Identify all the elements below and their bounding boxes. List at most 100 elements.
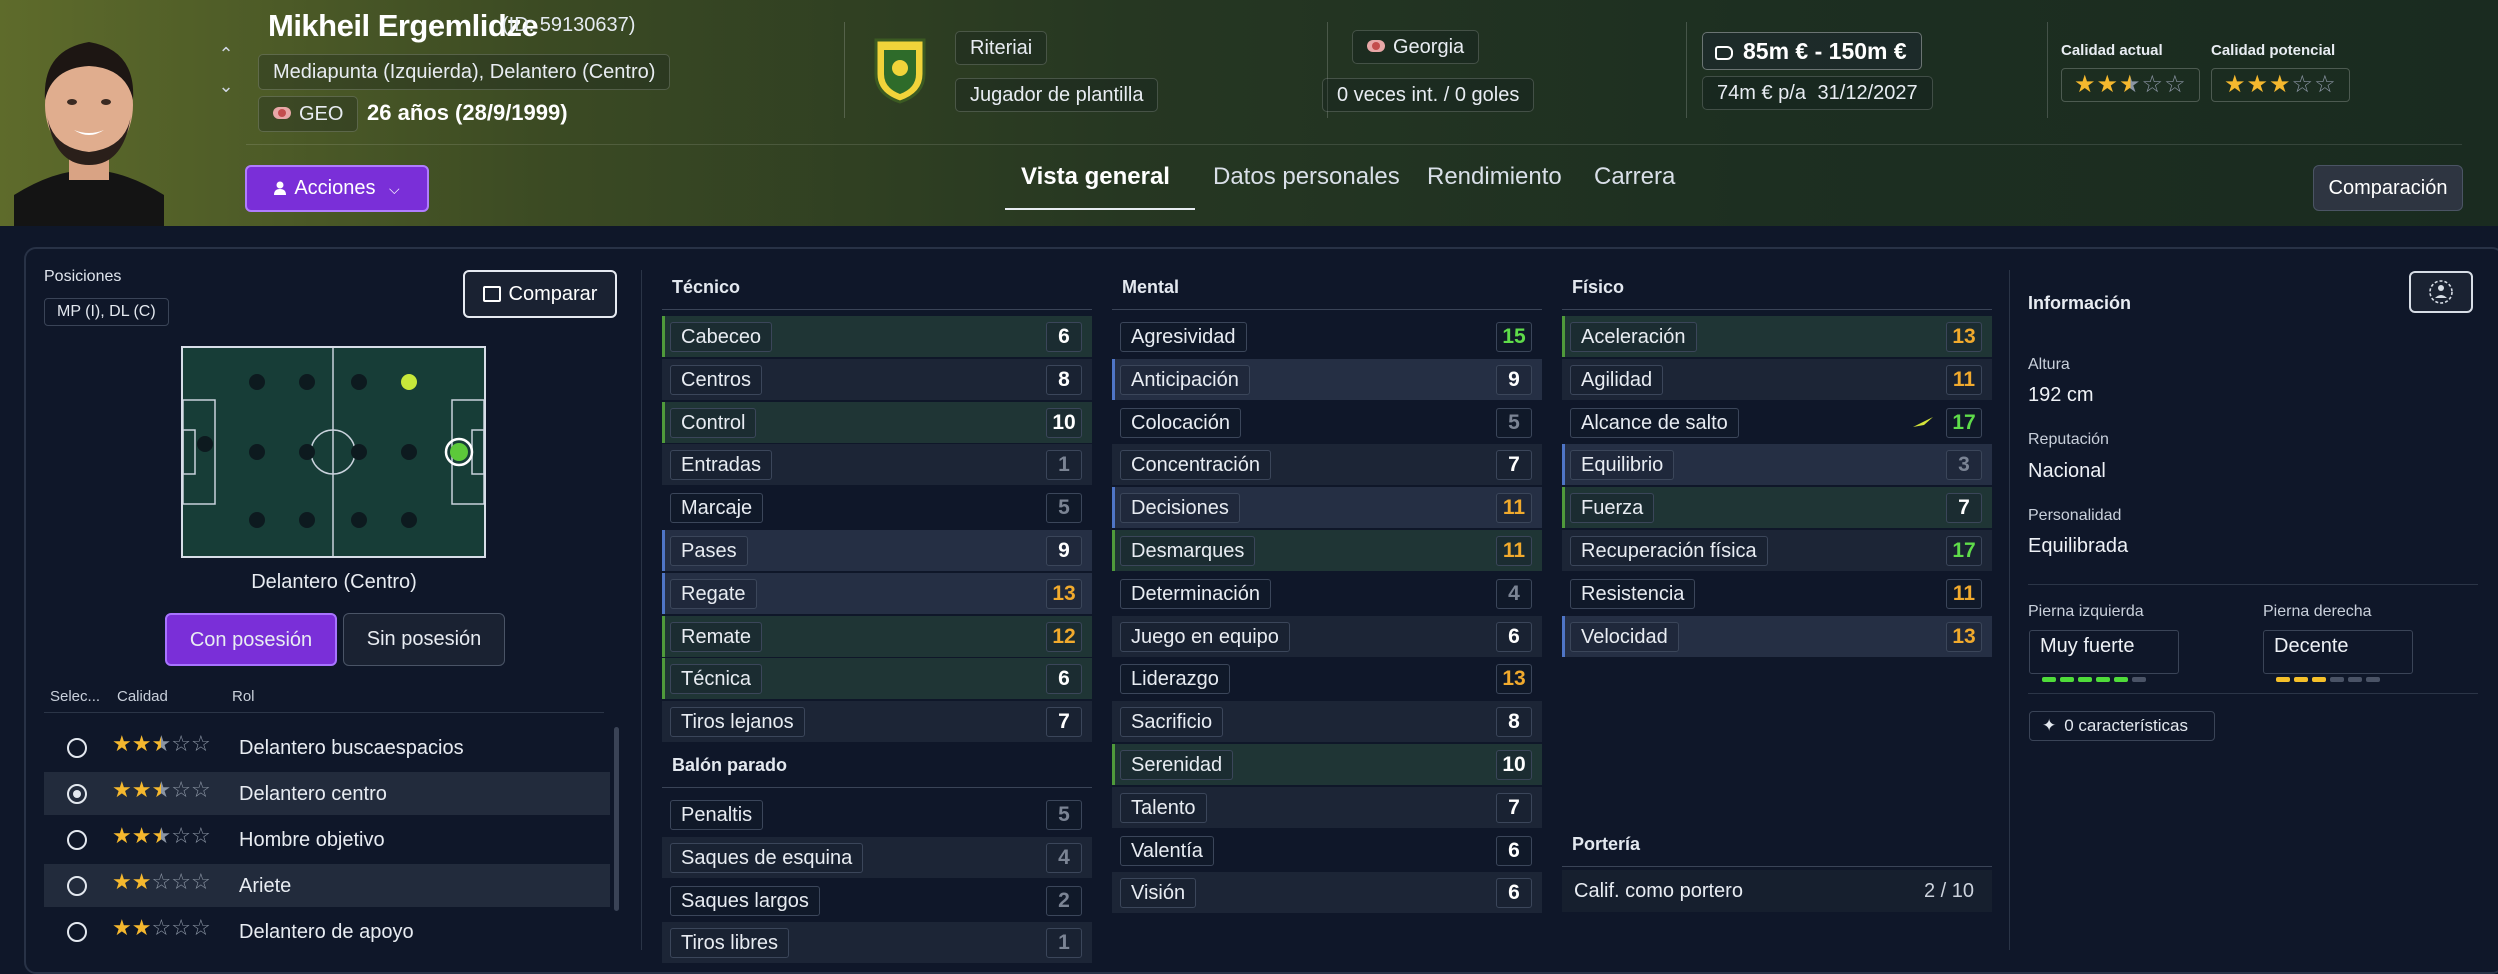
role-radio[interactable] [67,876,87,896]
foot-meter-segment [2114,677,2128,682]
nation-chip[interactable]: Georgia [1352,30,1480,64]
potential-quality-label: Calidad potencial [2211,42,2336,59]
attribute-row[interactable]: Equilibrio 3 [1562,444,1992,486]
attribute-value: 10 [1046,407,1082,438]
sparkle-icon: ✦ [2042,716,2057,735]
attribute-row[interactable]: Alcance de salto 17 [1562,402,1992,443]
tab-carrera[interactable]: Carrera [1594,163,1675,191]
goalkeeper-rating-label: Calif. como portero [1574,880,1743,902]
mental-title: Mental [1122,277,1180,297]
attribute-row[interactable]: Anticipación 9 [1112,358,1542,400]
attribute-row[interactable]: Técnica 6 [662,658,1092,700]
attribute-row[interactable]: Agilidad 11 [1562,358,1992,400]
column-select[interactable]: Selec... [50,688,100,705]
attribute-name: Serenidad [1120,750,1234,780]
attribute-row[interactable]: Valentía 6 [1112,830,1542,871]
compare-positions-button[interactable]: Comparar [463,270,617,318]
compare-icon [482,286,501,302]
player-name: Mikheil Ergemlidze [268,8,539,43]
attribute-row[interactable]: Decisiones 11 [1112,487,1542,529]
height-value: 192 cm [2028,384,2094,406]
position-pitch[interactable] [181,346,486,558]
attribute-row[interactable]: Serenidad 10 [1112,744,1542,785]
attribute-row[interactable]: Saques largos 2 [662,880,1092,921]
attribute-name: Liderazgo [1120,664,1230,695]
attribute-row[interactable]: Saques de esquina 4 [662,836,1092,878]
role-row[interactable]: ★★☆☆☆ Delantero de apoyo [44,910,610,953]
attribute-row[interactable]: Desmarques 11 [1112,530,1542,571]
attribute-row[interactable]: Visión 6 [1112,872,1542,914]
attribute-value: 7 [1046,707,1082,738]
attribute-row[interactable]: Talento 7 [1112,786,1542,828]
role-row[interactable]: ★★★☆☆ Delantero buscaespacios [44,726,610,769]
attribute-value: 6 [1496,835,1532,866]
without-ball-toggle[interactable]: Sin posesión [343,613,505,666]
traits-chip[interactable]: ✦ 0 características [2029,711,2215,741]
attribute-name: Tiros lejanos [670,707,805,738]
role-row[interactable]: ★★★☆☆ Delantero centro [44,772,610,815]
attribute-row[interactable]: Centros 8 [662,358,1092,400]
attribute-value: 10 [1496,750,1532,780]
attribute-row[interactable]: Regate 13 [662,572,1092,614]
wage-contract: 74m € p/a 31/12/2027 [1702,76,1933,110]
attribute-row[interactable]: Aceleración 13 [1562,316,1992,357]
attribute-row[interactable]: Tiros libres 1 [662,922,1092,964]
attribute-row[interactable]: Colocación 5 [1112,402,1542,443]
role-name: Ariete [239,875,292,897]
attribute-row[interactable]: Remate 12 [662,615,1092,657]
attribute-row[interactable]: Juego en equipo 6 [1112,615,1542,657]
role-radio[interactable] [67,784,87,804]
attribute-row[interactable]: Velocidad 13 [1562,615,1992,657]
column-quality[interactable]: Calidad [117,688,168,705]
comparison-button[interactable]: Comparación [2313,165,2463,211]
attribute-row[interactable]: Liderazgo 13 [1112,658,1542,699]
previous-player-icon[interactable]: ⌃ [214,42,238,66]
next-player-icon[interactable]: ⌄ [214,74,238,98]
attribute-value: 11 [1496,493,1532,524]
foot-meter-segment [2366,677,2380,682]
actions-button[interactable]: Acciones ⌵ [245,165,429,212]
potential-quality-stars: ★★★☆☆ [2211,68,2350,102]
foot-meter-segment [2042,677,2056,682]
role-row[interactable]: ★★☆☆☆ Ariete [44,864,610,907]
attribute-row[interactable]: Fuerza 7 [1562,487,1992,529]
profile-icon[interactable] [2409,271,2473,313]
attribute-row[interactable]: Determinación 4 [1112,573,1542,614]
attribute-name: Determinación [1120,578,1271,609]
attribute-row[interactable]: Pases 9 [662,530,1092,571]
nationality-chip[interactable]: GEO [258,96,359,132]
attribute-name: Agresividad [1120,322,1247,352]
attribute-name: Penaltis [670,800,764,830]
attribute-row[interactable]: Concentración 7 [1112,444,1542,486]
attribute-name: Aceleración [1570,322,1697,352]
attribute-row[interactable]: Tiros lejanos 7 [662,701,1092,743]
attribute-value: 5 [1046,800,1082,830]
with-ball-toggle[interactable]: Con posesión [165,613,337,666]
tab-rendimiento[interactable]: Rendimiento [1427,163,1562,191]
attribute-row[interactable]: Control 10 [662,401,1092,443]
club-name[interactable]: Riteriai [955,31,1048,65]
role-radio[interactable] [67,738,87,758]
attribute-name: Juego en equipo [1120,621,1290,652]
club-crest-icon[interactable] [870,34,930,104]
attribute-value: 17 [1946,407,1982,438]
porteria-title: Portería [1572,834,1641,854]
role-name: Delantero de apoyo [239,921,414,943]
attribute-row[interactable]: Sacrificio 8 [1112,701,1542,743]
role-row[interactable]: ★★★☆☆ Hombre objetivo [44,818,610,861]
roles-scrollbar[interactable] [614,727,619,911]
attribute-row[interactable]: Agresividad 15 [1112,316,1542,357]
role-radio[interactable] [67,922,87,942]
fisico-title: Físico [1572,277,1625,297]
attribute-row[interactable]: Entradas 1 [662,444,1092,486]
attribute-row[interactable]: Recuperación física 17 [1562,530,1992,571]
tab-vista-general[interactable]: Vista general [1021,163,1170,191]
attribute-name: Tiros libres [670,928,790,959]
role-radio[interactable] [67,830,87,850]
attribute-row[interactable]: Resistencia 11 [1562,573,1992,614]
attribute-row[interactable]: Penaltis 5 [662,794,1092,835]
attribute-row[interactable]: Marcaje 5 [662,487,1092,528]
tab-datos-personales[interactable]: Datos personales [1213,163,1400,191]
attribute-row[interactable]: Cabeceo 6 [662,316,1092,357]
column-role[interactable]: Rol [232,688,255,705]
